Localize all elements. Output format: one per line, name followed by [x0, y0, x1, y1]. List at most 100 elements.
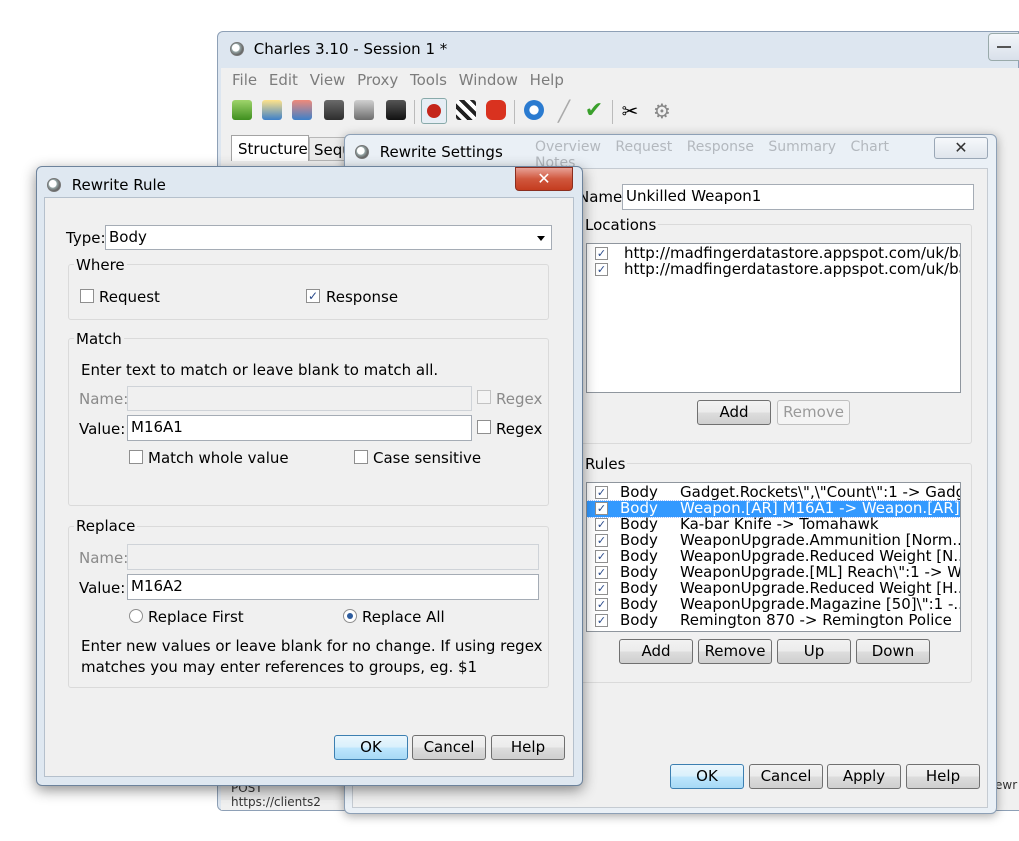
rules-remove-button[interactable]: Remove [698, 639, 772, 664]
settings-ok-button[interactable]: OK [670, 764, 744, 789]
menu-proxy[interactable]: Proxy [357, 71, 398, 89]
rule-set-name-input[interactable]: Unkilled Weapon1 [622, 184, 974, 210]
response-checkbox[interactable]: ✓ [306, 289, 320, 303]
request-checkbox[interactable] [80, 289, 94, 303]
replace-all-radio[interactable] [343, 609, 357, 623]
match-name-regex-checkbox[interactable] [477, 390, 491, 404]
rules-down-button[interactable]: Down [856, 639, 930, 664]
location-checkbox[interactable]: ✓ [595, 247, 608, 260]
menu-window[interactable]: Window [459, 71, 518, 89]
rule-description: WeaponUpgrade.Reduced Weight [N... [680, 547, 961, 565]
settings-cancel-button[interactable]: Cancel [749, 764, 823, 789]
location-row[interactable]: ✓ http://madfingerdatastore.appspot.com/… [587, 262, 960, 278]
find-binoculars-icon[interactable] [385, 100, 407, 122]
background-detail-tabs: Overview Request Response Summary Chart … [535, 139, 935, 171]
rule-cancel-button[interactable]: Cancel [412, 735, 486, 760]
open-session-icon[interactable] [261, 100, 283, 122]
rules-list[interactable]: ✓ Body Gadget.Rockets\",\"Count\":1 -> Gad… [586, 482, 961, 632]
rule-checkbox[interactable]: ✓ [595, 502, 608, 515]
menu-file[interactable]: File [232, 71, 257, 89]
replace-name-input[interactable] [127, 544, 539, 570]
charles-app-icon [230, 42, 244, 56]
menu-tools[interactable]: Tools [410, 71, 447, 89]
tab-structure[interactable]: Structure [231, 135, 309, 161]
rules-label: Rules [583, 455, 628, 473]
rule-description: Weapon.[AR] M16A1 -> Weapon.[AR] ... [680, 499, 961, 517]
locations-label: Locations [583, 216, 659, 234]
where-label: Where [74, 256, 127, 274]
rule-checkbox[interactable]: ✓ [595, 486, 608, 499]
rules-up-button[interactable]: Up [777, 639, 851, 664]
restore-window-button[interactable] [988, 33, 1019, 61]
match-value-regex-checkbox[interactable] [477, 420, 491, 434]
main-toolbar: ╱ ✔ ✂ ⚙ [221, 92, 1019, 130]
clear-trash-icon[interactable] [353, 100, 375, 122]
close-icon: ✕ [954, 138, 968, 157]
main-window-title: Charles 3.10 - Session 1 * [253, 40, 448, 58]
location-checkbox[interactable]: ✓ [595, 263, 608, 276]
replace-hint-line-1: Enter new values or leave blank for no c… [81, 637, 543, 655]
match-whole-value-checkbox[interactable] [129, 450, 143, 464]
locations-add-button[interactable]: Add [697, 400, 771, 425]
validate-check-icon[interactable]: ✔ [583, 100, 605, 122]
record-icon[interactable] [421, 98, 447, 124]
replace-value-input[interactable]: M16A2 [127, 574, 539, 600]
rule-ok-button[interactable]: OK [334, 735, 408, 760]
locations-list[interactable]: ✓ http://madfingerdatastore.appspot.com/… [586, 243, 961, 393]
refresh-icon[interactable] [523, 100, 545, 122]
restore-icon [997, 46, 1011, 48]
throttle-flag-icon[interactable] [455, 100, 477, 122]
breakpoints-stop-icon[interactable] [485, 100, 507, 122]
rule-checkbox[interactable]: ✓ [595, 550, 608, 563]
replace-value-label: Value: [79, 579, 126, 597]
match-value-label: Value: [79, 420, 126, 438]
match-name-regex-label: Regex [496, 390, 543, 408]
menu-help[interactable]: Help [530, 71, 564, 89]
match-label: Match [74, 330, 124, 348]
type-select-value: Body [109, 228, 147, 246]
replace-label: Replace [74, 517, 138, 535]
replace-name-label: Name: [79, 549, 129, 567]
edit-pencil-icon[interactable]: ╱ [553, 100, 575, 122]
faded-tab-response: Response [686, 139, 754, 155]
locations-remove-button[interactable]: Remove [777, 400, 850, 425]
replace-first-radio[interactable] [129, 609, 143, 623]
chevron-down-icon [537, 236, 545, 241]
rule-checkbox[interactable]: ✓ [595, 518, 608, 531]
rule-row[interactable]: ✓ Body Remington 870 -> Remington Police [587, 613, 960, 629]
menu-edit[interactable]: Edit [269, 71, 298, 89]
rewrite-rule-title: Rewrite Rule [71, 176, 166, 194]
menu-view[interactable]: View [310, 71, 346, 89]
match-value-input[interactable]: M16A1 [127, 415, 472, 441]
request-checkbox-label: Request [99, 288, 160, 306]
save-icon[interactable] [323, 100, 345, 122]
rule-checkbox[interactable]: ✓ [595, 598, 608, 611]
settings-gear-icon[interactable]: ⚙ [651, 100, 673, 122]
rule-type: Body [620, 515, 658, 533]
rule-description: Remington 870 -> Remington Police [680, 611, 952, 629]
rule-checkbox[interactable]: ✓ [595, 582, 608, 595]
match-name-input[interactable] [127, 386, 472, 411]
type-select[interactable]: Body [105, 225, 552, 250]
rewrite-settings-app-icon [355, 145, 369, 159]
rewrite-settings-close-button[interactable]: ✕ [934, 137, 988, 159]
case-sensitive-checkbox[interactable] [354, 450, 368, 464]
new-session-icon[interactable] [231, 100, 253, 122]
location-url: http://madfingerdatastore.appspot.com/uk… [624, 260, 961, 278]
rule-help-button[interactable]: Help [491, 735, 565, 760]
rules-add-button[interactable]: Add [619, 639, 693, 664]
rewrite-settings-title-bar: Rewrite Settings [355, 143, 503, 161]
faded-tab-request: Request [615, 139, 673, 155]
tools-icon[interactable]: ✂ [619, 100, 641, 122]
rule-description: WeaponUpgrade.Reduced Weight [H... [680, 579, 961, 597]
close-session-icon[interactable] [291, 100, 313, 122]
rule-type: Body [620, 595, 658, 613]
rule-checkbox[interactable]: ✓ [595, 614, 608, 627]
rule-checkbox[interactable]: ✓ [595, 566, 608, 579]
rule-checkbox[interactable]: ✓ [595, 534, 608, 547]
rewrite-rule-close-button[interactable]: ✕ [515, 167, 573, 191]
rule-type: Body [620, 611, 658, 629]
settings-help-button[interactable]: Help [906, 764, 980, 789]
right-edge-label: ewr [995, 778, 1018, 792]
settings-apply-button[interactable]: Apply [827, 764, 901, 789]
